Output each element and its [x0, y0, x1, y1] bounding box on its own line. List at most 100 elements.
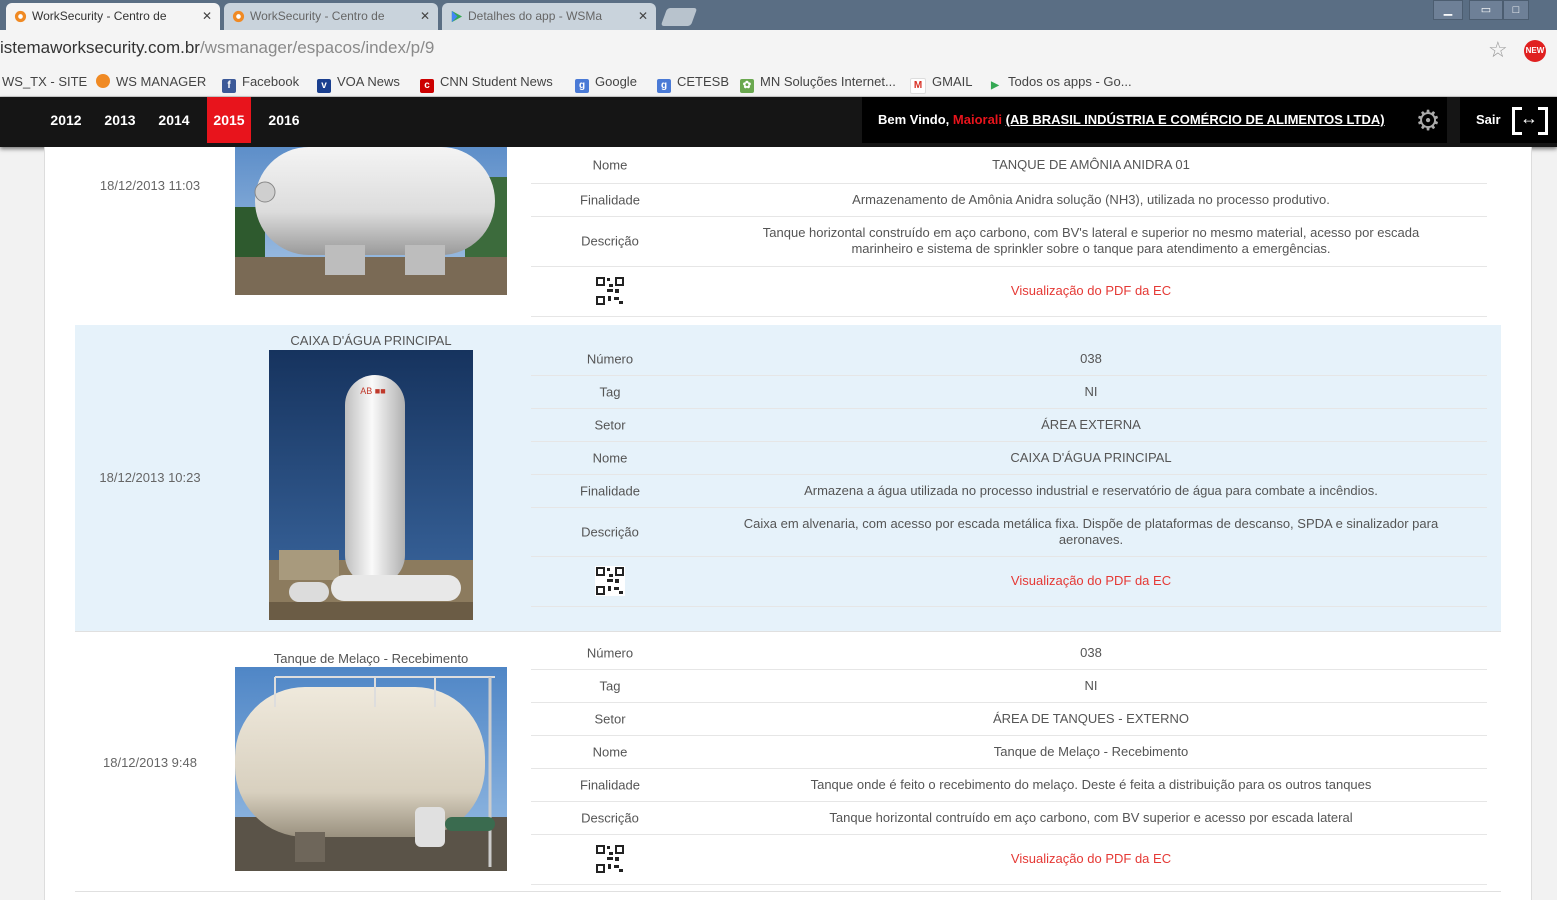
field-label: Nome	[592, 744, 628, 759]
bookmark-facebook[interactable]: f Facebook	[222, 73, 299, 93]
field-label: Descrição	[581, 233, 639, 249]
qr-code-icon[interactable]	[595, 844, 625, 874]
logout-icon	[1512, 107, 1548, 135]
field-value: Armazena a água utilizada no processo in…	[804, 482, 1378, 498]
field-value: 038	[1080, 350, 1102, 366]
molasses-tank-photo	[235, 667, 507, 871]
browser-tab-label: Detalhes do app - WSMa	[468, 9, 603, 23]
browser-tab-label: WorkSecurity - Centro de	[250, 9, 385, 23]
bookmark-cetesb[interactable]: g CETESB	[657, 73, 729, 93]
qr-code-icon[interactable]	[595, 566, 625, 596]
year-tab-2012[interactable]: 2012	[44, 97, 88, 143]
field-label: Número	[586, 351, 634, 366]
cetesb-icon: g	[657, 79, 671, 93]
browser-tab-2[interactable]: WorkSecurity - Centro de ✕	[224, 3, 438, 30]
worksecurity-favicon-icon	[14, 10, 27, 23]
company-link[interactable]: (AB BRASIL INDÚSTRIA E COMÉRCIO DE ALIME…	[1006, 112, 1385, 127]
play-store-icon	[451, 10, 463, 23]
maximize-window-button[interactable]: □	[1503, 0, 1529, 20]
record-title: Tanque de Melaço - Recebimento	[273, 651, 469, 666]
field-label: Setor	[594, 417, 626, 432]
year-tab-2013[interactable]: 2013	[98, 97, 142, 143]
field-row: Nome CAIXA D'ÁGUA PRINCIPAL	[531, 441, 1487, 475]
bookmark-google[interactable]: g Google	[575, 73, 637, 93]
qr-code-icon[interactable]	[595, 276, 625, 306]
bookmark-mn-solucoes[interactable]: ✿ MN Soluções Internet...	[740, 73, 896, 93]
record-photo[interactable]: AB ■■	[269, 350, 473, 620]
bookmark-star-icon[interactable]: ☆	[1488, 37, 1508, 63]
field-row: Finalidade Tanque onde é feito o recebim…	[531, 768, 1487, 802]
new-tab-button[interactable]	[660, 8, 698, 26]
browser-tab-3[interactable]: Detalhes do app - WSMa ✕	[442, 3, 656, 30]
field-label: Setor	[594, 711, 626, 726]
field-row: Visualização do PDF da EC	[531, 266, 1487, 317]
field-row: Tag NI	[531, 375, 1487, 409]
field-row: Finalidade Armazena a água utilizada no …	[531, 474, 1487, 508]
year-tab-2014[interactable]: 2014	[152, 97, 196, 143]
google-icon: g	[575, 79, 589, 93]
year-tab-2016[interactable]: 2016	[262, 97, 306, 143]
record-date: 18/12/2013 11:03	[99, 178, 201, 193]
pdf-link[interactable]: Visualização do PDF da EC	[696, 283, 1486, 299]
pdf-link[interactable]: Visualização do PDF da EC	[696, 851, 1486, 867]
bookmark-label: CETESB	[677, 74, 730, 89]
list-item: 18/12/2013 11:03 Nome TANQUE DE AMÔNIA A…	[75, 147, 1501, 326]
bookmark-ws-manager[interactable]: WS MANAGER	[96, 73, 206, 91]
record-photo[interactable]	[235, 667, 507, 871]
field-label: Nome	[592, 157, 628, 173]
field-label: Nome	[592, 450, 628, 465]
pdf-link[interactable]: Visualização do PDF da EC	[696, 573, 1486, 589]
field-value: ÁREA DE TANQUES - EXTERNO	[992, 710, 1189, 726]
field-value: Tanque de Melaço - Recebimento	[993, 743, 1189, 759]
extension-new-icon[interactable]: NEW	[1524, 40, 1546, 62]
water-tank-photo: AB ■■	[269, 350, 473, 620]
bookmark-all-apps[interactable]: ▶ Todos os apps - Go...	[988, 73, 1131, 93]
field-value: 038	[1080, 644, 1102, 660]
bookmarks-bar: WS_TX - SITE WS MANAGER f Facebook v VOA N…	[0, 68, 1557, 97]
bookmark-label: GMAIL	[932, 74, 973, 89]
bookmark-label: Facebook	[242, 74, 300, 89]
bookmark-voa-news[interactable]: v VOA News	[317, 73, 400, 93]
close-tab-icon[interactable]: ✕	[638, 3, 648, 30]
field-label: Número	[586, 645, 634, 660]
record-title: CAIXA D'ÁGUA PRINCIPAL	[290, 333, 452, 348]
facebook-icon: f	[222, 79, 236, 93]
bookmark-gmail[interactable]: M GMAIL	[910, 73, 972, 94]
gear-icon[interactable]: ⚙	[1414, 107, 1442, 135]
gmail-icon: M	[910, 78, 926, 94]
logout-button[interactable]: Sair	[1460, 97, 1557, 143]
cnn-icon: c	[420, 79, 434, 93]
field-row: Finalidade Armazenamento de Amônia Anidr…	[531, 183, 1487, 217]
bookmark-label: WS_TX - SITE	[2, 74, 88, 89]
bookmark-ws-tx-site[interactable]: WS_TX - SITE	[2, 73, 87, 91]
welcome-prefix: Bem Vindo,	[878, 112, 950, 127]
list-item: 18/12/2013 9:48 Tanque de Melaço - Receb…	[75, 631, 1501, 892]
user-name[interactable]: Maiorali	[953, 112, 1002, 127]
field-value: ÁREA EXTERNA	[1041, 416, 1141, 432]
url-host: istemaworksecurity.com.br	[0, 38, 200, 57]
minimize-window-button[interactable]: ▁	[1433, 0, 1463, 20]
year-tab-2015[interactable]: 2015	[207, 97, 251, 143]
field-value: Tanque onde é feito o recebimento do mel…	[810, 776, 1372, 792]
address-bar: istemaworksecurity.com.br/wsmanager/espa…	[0, 30, 1557, 68]
bookmark-label: CNN Student News	[440, 74, 553, 89]
browser-tab-1[interactable]: WorkSecurity - Centro de ✕	[6, 3, 220, 30]
close-tab-icon[interactable]: ✕	[420, 3, 430, 30]
spaces-list: 18/12/2013 11:03 Nome TANQUE DE AMÔNIA A…	[44, 147, 1532, 900]
field-value: Armazenamento de Amônia Anidra solução (…	[852, 191, 1330, 207]
bookmark-label: VOA News	[337, 74, 400, 89]
field-row: Descrição Tanque horizontal construído e…	[531, 216, 1487, 267]
field-row: Setor ÁREA EXTERNA	[531, 408, 1487, 442]
apps-icon: ▶	[991, 80, 999, 91]
mn-icon: ✿	[740, 79, 754, 93]
bookmark-cnn-student-news[interactable]: c CNN Student News	[420, 73, 553, 93]
bookmark-label: WS MANAGER	[116, 74, 207, 89]
svg-text:AB ■■: AB ■■	[360, 386, 385, 396]
field-row: Setor ÁREA DE TANQUES - EXTERNO	[531, 702, 1487, 736]
field-value: Tanque horizontal contruído em aço carbo…	[829, 809, 1353, 825]
field-row: Número 038	[531, 342, 1487, 376]
restore-window-button[interactable]: ▭	[1469, 0, 1503, 20]
record-photo[interactable]	[235, 147, 507, 295]
close-tab-icon[interactable]: ✕	[202, 3, 212, 30]
url-field[interactable]: istemaworksecurity.com.br/wsmanager/espa…	[0, 38, 434, 58]
